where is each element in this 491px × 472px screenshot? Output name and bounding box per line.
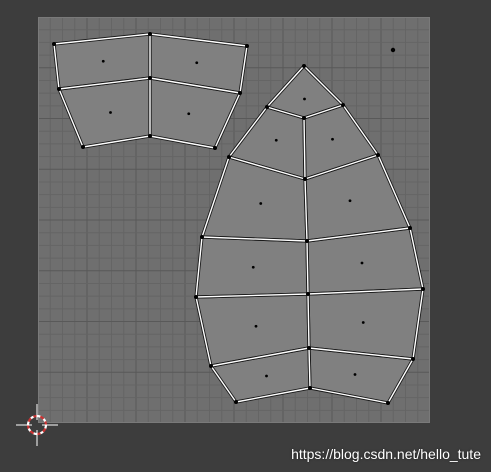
- uv-vertex: [227, 155, 231, 159]
- uv-vertex: [254, 324, 258, 328]
- uv-vertex: [302, 116, 306, 120]
- uv-vertex: [360, 261, 364, 265]
- uv-vertex: [187, 112, 191, 116]
- uv-vertex: [200, 235, 204, 239]
- uv-vertex: [265, 105, 269, 109]
- uv-vertex: [195, 61, 199, 65]
- uv-vertex: [148, 32, 152, 36]
- uv-vertex: [213, 146, 217, 150]
- watermark-url: https://blog.csdn.net/hello_tute: [291, 446, 481, 462]
- uv-vertex: [209, 364, 213, 368]
- uv-vertex: [361, 321, 365, 324]
- uv-vertex: [194, 295, 198, 299]
- uv-vertex: [305, 239, 309, 243]
- uv-vertex: [101, 59, 105, 63]
- uv-vertex: [408, 226, 412, 230]
- uv-vertex: [81, 145, 85, 149]
- uv-vertex: [376, 153, 380, 157]
- uv-vertex: [238, 91, 242, 95]
- uv-vertex: [353, 373, 357, 376]
- uv-vertex: [251, 265, 255, 269]
- uv-island-small[interactable]: [52, 32, 249, 150]
- uv-vertex: [303, 177, 307, 181]
- uv-vertex: [386, 401, 390, 405]
- uv-vertex: [303, 97, 306, 101]
- uv-vertex: [307, 346, 311, 350]
- uv-vertex: [411, 357, 415, 361]
- uv-vertex: [390, 47, 396, 53]
- uv-vertex: [148, 76, 152, 80]
- uv-vertex: [306, 292, 310, 296]
- uv-vertex: [348, 199, 352, 203]
- uv-vertex: [109, 111, 112, 114]
- uv-vertex: [274, 138, 278, 142]
- uv-vertex: [148, 134, 152, 138]
- uv-vertex: [57, 87, 61, 91]
- uv-vertex: [341, 103, 345, 107]
- uv-vertex: [302, 64, 306, 68]
- uv-vertex: [265, 374, 268, 378]
- uv-vertex: [245, 44, 249, 48]
- uv-vertex: [331, 137, 334, 141]
- uv-vertex: [421, 287, 425, 291]
- uv-vertex: [259, 202, 263, 205]
- uv-vertex: [234, 400, 238, 404]
- uv-vertex: [52, 42, 56, 46]
- uv-editor-viewport[interactable]: [0, 0, 491, 472]
- uv-vertex: [308, 386, 312, 390]
